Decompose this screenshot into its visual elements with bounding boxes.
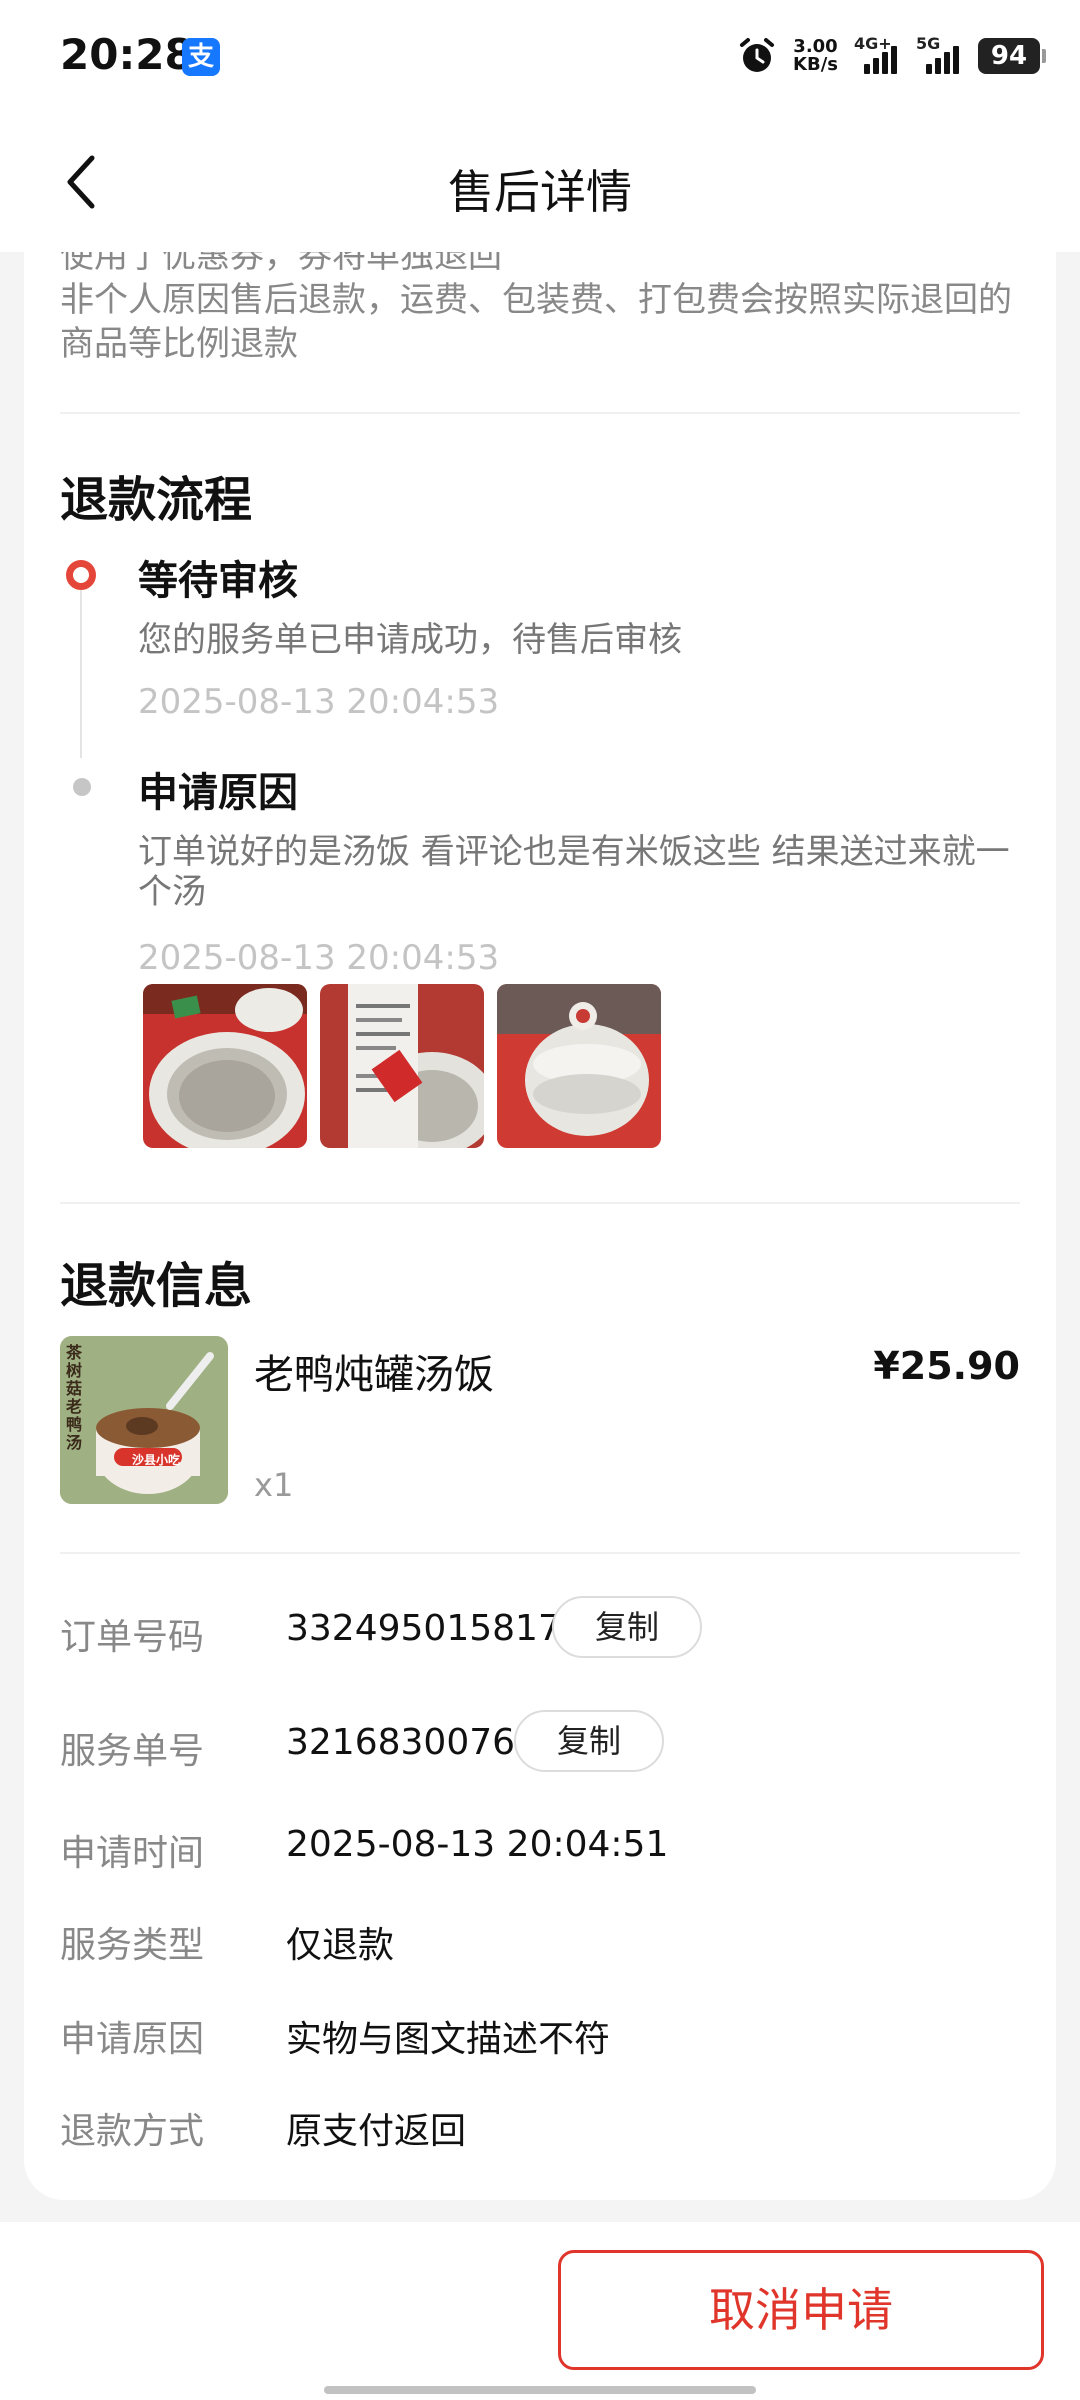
divider: [60, 1552, 1020, 1554]
apply-reason-value: 实物与图文描述不符: [286, 2019, 611, 2060]
timeline-line: [80, 590, 82, 758]
evidence-photo[interactable]: [320, 984, 484, 1148]
evidence-photo[interactable]: [143, 984, 307, 1148]
refund-process-title: 退款流程: [60, 472, 253, 528]
timeline-step-desc: 订单说好的是汤饭 看评论也是有米饭这些 结果送过来就一个汤: [138, 832, 1010, 912]
apply-time-value: 2025-08-13 20:04:51: [286, 1824, 669, 1865]
product-name: 老鸭炖罐汤饭: [254, 1352, 494, 1398]
apply-reason-label: 申请原因: [60, 2019, 205, 2060]
bottom-action-bar: 取消申请: [0, 2222, 1080, 2400]
sim1-signal-icon: 4G+: [854, 34, 900, 74]
after-sales-detail-card: 使用了优惠券，券将单独退回 非个人原因售后退款，运费、包装费、打包费会按照实际退…: [24, 220, 1056, 2200]
refund-method-value: 原支付返回: [286, 2111, 467, 2152]
alipay-notification-icon: 支: [182, 38, 220, 76]
battery-icon: 94: [978, 38, 1046, 74]
service-number-value: 3216830076: [286, 1722, 516, 1763]
service-type-value: 仅退款: [286, 1925, 395, 1966]
status-bar: 20:28 支 3.00 KB/s 4G+ 5G 94: [0, 0, 1080, 112]
divider: [60, 412, 1020, 414]
product-price: ¥25.90: [873, 1344, 1020, 1388]
timeline-active-dot: [66, 560, 96, 590]
divider: [60, 1202, 1020, 1204]
product-thumb-brand: 沙县小吃: [131, 1453, 180, 1467]
refund-info-title: 退款信息: [60, 1258, 253, 1314]
cancel-application-button[interactable]: 取消申请: [558, 2250, 1044, 2370]
order-number-label: 订单号码: [60, 1617, 205, 1658]
nav-bar: 售后详情: [0, 112, 1080, 252]
timeline-step-time: 2025-08-13 20:04:53: [138, 938, 500, 978]
home-indicator[interactable]: [324, 2386, 756, 2394]
sim2-signal-icon: 5G: [916, 34, 962, 74]
network-speed: 3.00 KB/s: [793, 38, 838, 74]
timeline-dot: [73, 778, 91, 796]
service-type-label: 服务类型: [60, 1925, 205, 1966]
product-thumbnail[interactable]: 茶树菇老鸭汤 沙县小吃: [60, 1336, 228, 1504]
status-time: 20:28: [60, 30, 194, 79]
order-number-value: 332495015817: [286, 1608, 561, 1649]
page-title: 售后详情: [448, 165, 632, 219]
apply-time-label: 申请时间: [60, 1833, 205, 1874]
sim1-network-label: 4G+: [854, 34, 892, 53]
refund-rule-note: 非个人原因售后退款，运费、包装费、打包费会按照实际退回的商品等比例退款: [60, 280, 1012, 364]
timeline-step-desc: 您的服务单已申请成功，待售后审核: [138, 620, 682, 660]
refund-method-label: 退款方式: [60, 2111, 205, 2152]
timeline-step-title: 申请原因: [138, 770, 298, 816]
network-speed-unit: KB/s: [793, 54, 838, 75]
status-indicators: 3.00 KB/s 4G+ 5G 94: [737, 30, 1046, 82]
service-number-label: 服务单号: [60, 1731, 205, 1772]
timeline-step-time: 2025-08-13 20:04:53: [138, 682, 500, 722]
product-thumb-caption: 茶树菇老鸭汤: [66, 1343, 83, 1452]
sim2-network-label: 5G: [916, 34, 941, 53]
copy-order-number-button[interactable]: 复制: [552, 1596, 702, 1658]
evidence-photo[interactable]: [497, 984, 661, 1148]
timeline-step-title: 等待审核: [138, 558, 298, 604]
copy-service-number-button[interactable]: 复制: [514, 1710, 664, 1772]
alarm-clock-icon: [740, 38, 775, 72]
product-quantity: x1: [254, 1466, 294, 1504]
